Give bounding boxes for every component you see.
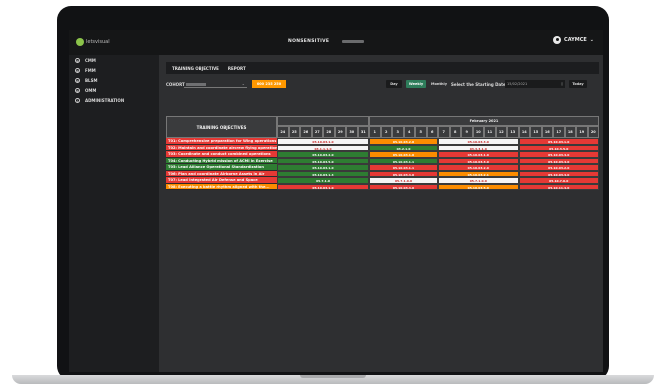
- day-header-cell: 8: [449, 126, 461, 138]
- day-header-cell: 28: [323, 126, 335, 138]
- sidebar-item-administration[interactable]: ♙ ADMINISTRATION: [69, 95, 159, 105]
- day-header-cell: 15: [530, 126, 542, 138]
- circle-icon: ⊕: [75, 57, 80, 63]
- start-date-label: Select the Starting Date: [451, 82, 506, 87]
- logo-text: letsvisual: [86, 39, 110, 45]
- circle-icon: ⊕: [75, 87, 80, 93]
- laptop-notch: [300, 375, 366, 378]
- sidebar-item-label: FMM: [85, 67, 96, 73]
- day-header-cell: 9: [461, 126, 473, 138]
- top-bar: letsvisual NONSENSITIVE CAYMCE ⌄: [69, 30, 603, 55]
- user-name: CAYMCE: [564, 37, 587, 43]
- day-header-cell: 17: [553, 126, 565, 138]
- user-icon: ♙: [75, 97, 80, 103]
- day-header-cell: 7: [438, 126, 450, 138]
- weekly-view-button[interactable]: Weekly: [406, 80, 426, 88]
- filter-bar: COHORT : ⌄ 000 235 250 Day Weekly Monthl…: [166, 79, 599, 91]
- day-header-cell: 4: [403, 126, 415, 138]
- day-header-cell: 10: [472, 126, 484, 138]
- day-header-cell: 3: [392, 126, 404, 138]
- start-date-input[interactable]: 15/02/2021 ▯: [505, 80, 565, 88]
- user-avatar-icon: [553, 36, 562, 44]
- month-header-row: February 2021: [277, 116, 599, 126]
- sidebar-item-blsm[interactable]: ⊕ BLSM: [69, 75, 159, 85]
- circle-icon: ⊕: [75, 77, 80, 83]
- day-header-cell: 14: [518, 126, 530, 138]
- sidebar-item-cmm[interactable]: ⊕ CMM: [69, 55, 159, 65]
- day-header-cell: 20: [587, 126, 599, 138]
- cohort-value-redacted: [186, 83, 206, 86]
- day-header-cell: 6: [426, 126, 438, 138]
- user-menu[interactable]: CAYMCE ⌄: [553, 36, 594, 44]
- table-row: T08: Executing a battle rhythm aligned w…: [166, 183, 599, 190]
- day-header-cell: 12: [495, 126, 507, 138]
- tab-training-objective[interactable]: TRAINING OBJECTIVE: [172, 66, 219, 71]
- classification-chip: [342, 40, 364, 43]
- month-cell-february: February 2021: [369, 116, 599, 126]
- day-header-cell: 31: [357, 126, 369, 138]
- tab-report[interactable]: REPORT: [228, 66, 246, 71]
- day-header-row: 24 25 26 27 28 29 30 31 1 2 3 4 5 6 7 8 9 10 11 12 13 14 15 16 1…: [277, 126, 599, 138]
- tab-bar: TRAINING OBJECTIVE REPORT: [166, 62, 599, 74]
- chevron-down-icon: ⌄: [241, 81, 245, 86]
- day-header-cell: 26: [300, 126, 312, 138]
- day-header-cell: 1: [369, 126, 381, 138]
- logo-icon: [76, 38, 84, 46]
- day-header-cell: 13: [507, 126, 519, 138]
- day-header-cell: 11: [484, 126, 496, 138]
- day-header-cell: 16: [541, 126, 553, 138]
- schedule-bar[interactable]: 05.10.03.1.0: [277, 183, 369, 190]
- calendar-icon[interactable]: ▯: [561, 80, 563, 88]
- start-date-value: 15/02/2021: [507, 82, 528, 86]
- day-header-cell: 2: [380, 126, 392, 138]
- app-logo[interactable]: letsvisual: [76, 36, 110, 48]
- sidebar-item-label: CMM: [85, 57, 96, 63]
- day-header-cell: 5: [415, 126, 427, 138]
- objective-rows: T01: Comprehensive preparation for Wing …: [166, 138, 599, 190]
- schedule-bar[interactable]: 05.10.03.5.0: [438, 183, 519, 190]
- classification-title: NONSENSITIVE: [288, 39, 330, 44]
- sidebar-item-fmm[interactable]: ⊕ FMM: [69, 65, 159, 75]
- sidebar-item-label: ADMINISTRATION: [85, 97, 125, 103]
- circle-icon: ⊕: [75, 67, 80, 73]
- day-header-cell: 27: [311, 126, 323, 138]
- schedule-bar[interactable]: 05.10.03.4.0: [369, 183, 438, 190]
- day-header-cell: 24: [277, 126, 289, 138]
- sidebar: ⊕ CMM ⊕ FMM ⊕ BLSM ⊕ OMM ♙ ADMINISTRATION: [69, 55, 159, 372]
- day-header-cell: 25: [288, 126, 300, 138]
- day-header-cell: 18: [564, 126, 576, 138]
- month-cell-previous: [277, 116, 369, 126]
- day-header-cell: 30: [346, 126, 358, 138]
- day-view-button[interactable]: Day: [386, 80, 402, 88]
- sidebar-item-label: BLSM: [85, 77, 98, 83]
- app-screen: letsvisual NONSENSITIVE CAYMCE ⌄ ⊕ CMM ⊕ FM…: [69, 30, 603, 372]
- cohort-badge: 000 235 250: [252, 80, 286, 88]
- objective-label[interactable]: T08: Executing a battle rhythm aligned w…: [166, 183, 277, 190]
- monthly-view-button[interactable]: Monthly: [429, 80, 449, 88]
- sidebar-item-label: OMM: [85, 87, 97, 93]
- chevron-down-icon: ⌄: [589, 37, 594, 43]
- schedule-bar[interactable]: 05.10.11.4.0: [518, 183, 599, 190]
- day-header-cell: 19: [576, 126, 588, 138]
- today-button[interactable]: Today: [569, 80, 587, 88]
- cohort-select[interactable]: ⌄: [184, 81, 247, 88]
- day-header-cell: 29: [334, 126, 346, 138]
- sidebar-item-omm[interactable]: ⊕ OMM: [69, 85, 159, 95]
- training-objectives-header: TRAINING OBJECTIVES: [166, 116, 277, 138]
